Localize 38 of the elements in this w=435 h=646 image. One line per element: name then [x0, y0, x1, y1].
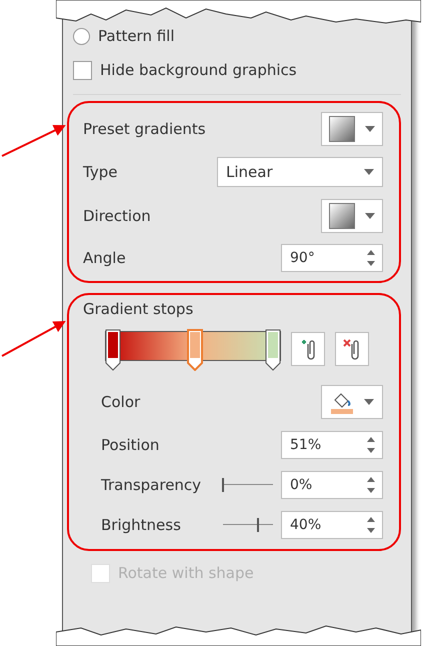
preset-gradients-dropdown[interactable]: [321, 112, 383, 146]
gradient-swatch-icon: [329, 203, 355, 229]
checkbox[interactable]: [73, 60, 92, 80]
gradient-swatch-icon: [329, 116, 355, 142]
section-title: Gradient stops: [83, 300, 194, 318]
color-dropdown[interactable]: [321, 385, 383, 419]
spin-arrows-icon[interactable]: [366, 435, 376, 455]
caret-icon: [365, 126, 375, 132]
pattern-fill-radio[interactable]: [73, 28, 90, 44]
caret-icon: [364, 169, 374, 175]
direction-dropdown[interactable]: [321, 199, 383, 233]
position-spinbox[interactable]: 51%: [281, 431, 383, 459]
slider[interactable]: [223, 478, 273, 492]
caret-icon: [364, 399, 374, 405]
field-label: Brightness: [101, 516, 181, 534]
spin-arrows-icon[interactable]: [366, 515, 376, 535]
angle-spinbox[interactable]: 90°: [281, 244, 383, 272]
field-label: Angle: [83, 249, 126, 267]
field-label: Direction: [83, 207, 151, 225]
caret-icon: [365, 213, 375, 219]
gradient-stop-handle[interactable]: [105, 329, 121, 371]
slider[interactable]: [223, 518, 273, 532]
type-select[interactable]: Linear: [217, 157, 383, 187]
brightness-spinbox[interactable]: 40%: [281, 511, 383, 539]
spin-arrows-icon[interactable]: [366, 475, 376, 495]
field-label: Position: [101, 436, 160, 454]
checkbox-label: Hide background graphics: [100, 61, 297, 79]
field-label: Type: [83, 163, 118, 181]
remove-stop-button[interactable]: [335, 332, 369, 366]
gradient-stop-handle[interactable]: [265, 329, 281, 371]
spin-arrows-icon[interactable]: [366, 248, 376, 268]
transparency-spinbox[interactable]: 0%: [281, 471, 383, 499]
radio-label: Pattern fill: [98, 27, 175, 45]
gradient-stop-handle[interactable]: [186, 329, 203, 371]
field-label: Transparency: [101, 476, 202, 494]
field-label: Color: [101, 393, 140, 411]
field-label: Preset gradients: [83, 120, 206, 138]
add-stop-button[interactable]: [291, 332, 325, 366]
